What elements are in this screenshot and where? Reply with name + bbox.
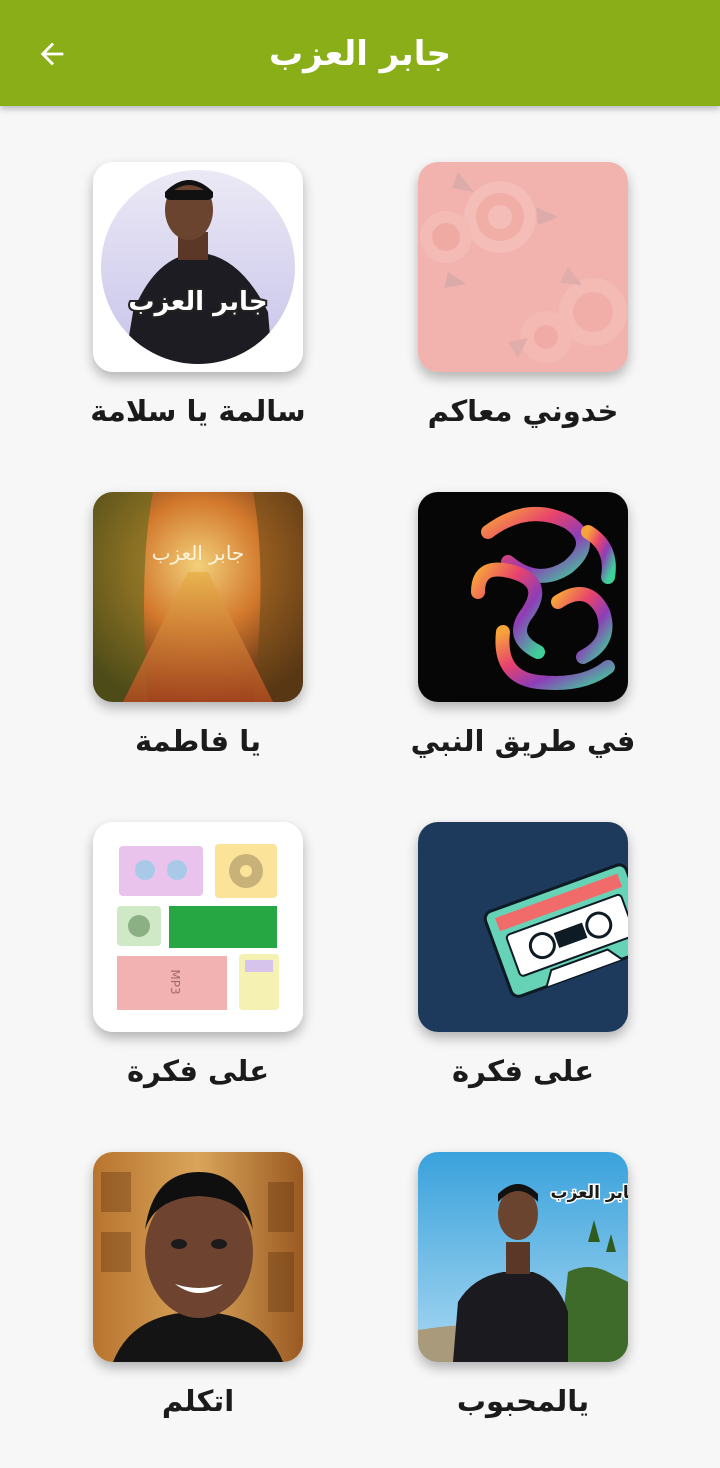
album-title: سالمة يا سلامة [90, 394, 306, 428]
pink-roses-cover [418, 162, 628, 372]
album-tile-khadouni-maakom[interactable]: خدوني معاكم [418, 162, 628, 428]
page-title: جابر العزب [269, 34, 451, 74]
album-title: في طريق النبي [410, 724, 636, 758]
album-title: يالمحبوب [456, 1384, 590, 1418]
album-title: خدوني معاكم [427, 394, 619, 428]
cover-text: جابر العزب [551, 1183, 628, 1203]
cover-text: جابر العزب [128, 287, 267, 317]
album-tile-salma-ya-salama[interactable]: جابر العزب سالمة يا سلامة [90, 162, 306, 428]
album-title: يا فاطمة [134, 724, 262, 758]
album-tile-ala-fikra-2[interactable]: MP3 على فكرة [93, 822, 303, 1088]
app-bar: جابر العزب [0, 0, 720, 106]
album-tile-ala-fikra-1[interactable]: على فكرة [418, 822, 628, 1088]
cover-text: MP3 [168, 969, 182, 994]
colorful-calligraphy-cover [418, 492, 628, 702]
album-title: اتكلم [161, 1384, 235, 1418]
singer-outdoor-cover: جابر العزب [418, 1152, 628, 1362]
album-title: على فكرة [126, 1054, 270, 1088]
album-tile-ya-fatma[interactable]: جابر العزب يا فاطمة [93, 492, 303, 758]
album-tile-yalmahboub[interactable]: جابر العزب يالمحبوب [418, 1152, 628, 1418]
retro-audio-collage-cover: MP3 [93, 822, 303, 1032]
autumn-path-cover: جابر العزب [93, 492, 303, 702]
singer-closeup-cover [93, 1152, 303, 1362]
cover-text: جابر العزب [152, 541, 245, 565]
singer-portrait-circle-cover: جابر العزب [93, 162, 303, 372]
cassette-tape-cover [418, 822, 628, 1032]
album-tile-fi-tariq-alnabi[interactable]: في طريق النبي [411, 492, 635, 758]
album-title: على فكرة [451, 1054, 595, 1088]
album-tile-etkalam[interactable]: اتكلم [93, 1152, 303, 1418]
